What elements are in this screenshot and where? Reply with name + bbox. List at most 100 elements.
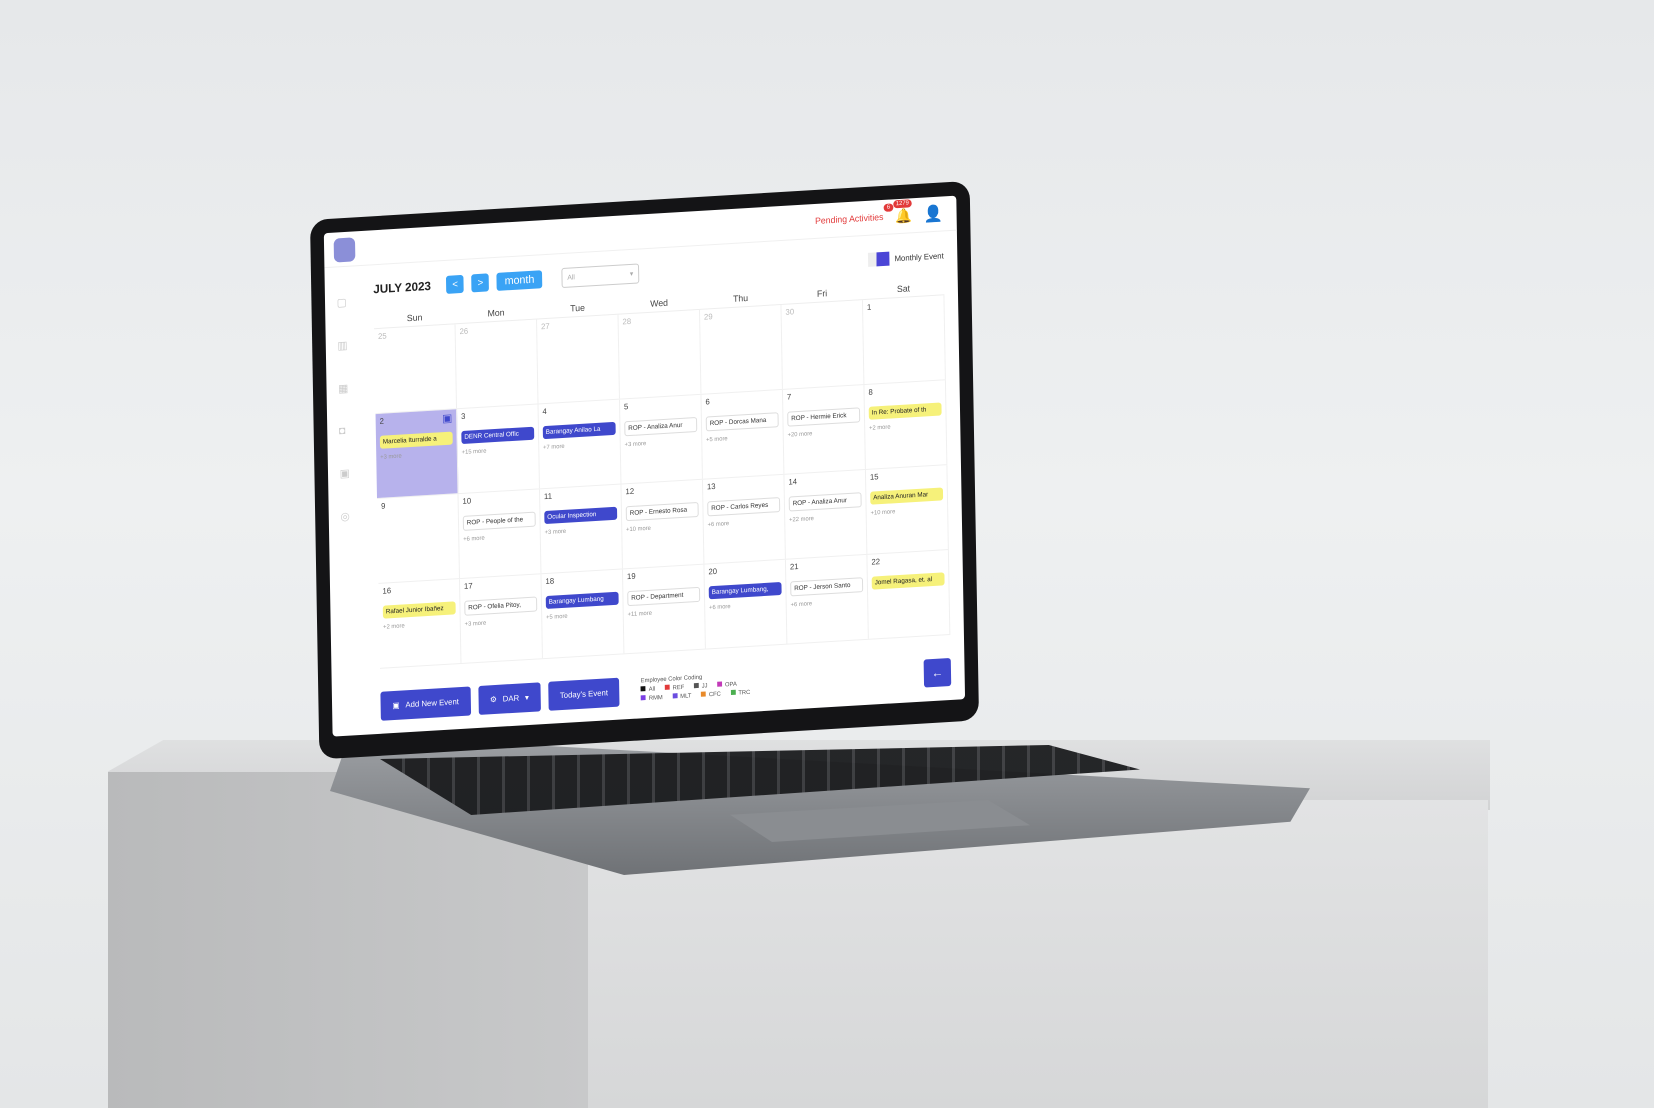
month-calendar: Sun Mon Tue Wed Thu Fri Sat 25 26 27 28 29 30 1 2 ▣ Mar…	[373, 278, 951, 669]
calendar-day[interactable]: 15 Analiza Anuran Mar +10 more	[865, 465, 949, 554]
day-number: 4	[542, 406, 547, 417]
calendar-icon[interactable]: ▣	[442, 412, 452, 426]
event-chip[interactable]: ROP - Ofelia Pitoy,	[464, 596, 538, 616]
chevron-down-icon: ▾	[524, 692, 529, 702]
more-events-link[interactable]: +6 more	[708, 518, 781, 528]
more-events-link[interactable]: +5 more	[546, 611, 619, 621]
more-events-link[interactable]: +3 more	[380, 451, 453, 461]
event-chip[interactable]: ROP - Hermie Erick	[787, 407, 861, 427]
lock-icon[interactable]: ◘	[339, 424, 361, 437]
event-chip[interactable]: ROP - Dorcas Mana	[705, 412, 779, 432]
calendar-day[interactable]: 8 In Re: Probate of th +2 more	[864, 380, 948, 469]
dar-label: DAR	[502, 693, 520, 704]
filter-select[interactable]: All ▾	[561, 263, 640, 289]
day-number: 3	[460, 411, 466, 422]
calendar-day[interactable]: 29	[699, 304, 783, 394]
calendar-day[interactable]: 12 ROP - Ernesto Rosa +10 more	[621, 479, 705, 569]
calendar-day[interactable]: 4 Barangay Anilao La +7 more	[538, 399, 622, 489]
event-chip[interactable]: ROP - Analiza Anur	[624, 417, 698, 437]
event-chip[interactable]: Barangay Lumbang	[545, 591, 619, 609]
calendar-icon[interactable]: ▦	[338, 381, 360, 396]
calendar-day[interactable]: 9	[377, 494, 460, 583]
more-events-link[interactable]: +2 more	[869, 421, 942, 432]
more-events-link[interactable]: +22 more	[789, 513, 862, 523]
calendar-day[interactable]: 22 Jomel Ragasa, et. al	[867, 550, 951, 639]
event-chip[interactable]: ROP - Ernesto Rosa	[625, 501, 699, 522]
event-chip[interactable]: ROP - Analiza Anur	[788, 492, 862, 512]
calendar-day[interactable]: 10 ROP - People of the +6 more	[458, 489, 542, 579]
user-icon[interactable]: 👤	[923, 203, 944, 224]
day-number: 6	[705, 397, 710, 407]
month-view-button[interactable]: month	[496, 270, 543, 291]
more-events-link[interactable]: +6 more	[463, 533, 536, 543]
todays-event-button[interactable]: Today's Event	[547, 677, 620, 711]
more-events-link[interactable]: +15 more	[462, 446, 535, 456]
event-chip[interactable]: Jomel Ragasa, et. al	[871, 572, 945, 590]
calendar-day[interactable]: 25	[374, 324, 457, 414]
color-coding-item: All	[640, 685, 655, 693]
more-events-link[interactable]: +3 more	[545, 526, 618, 536]
more-events-link[interactable]: +10 more	[870, 506, 943, 516]
calendar-day[interactable]: 27	[537, 314, 620, 404]
event-chip[interactable]: ROP - Carlos Reyes	[707, 497, 781, 517]
more-events-link[interactable]: +6 more	[791, 598, 864, 608]
more-events-link[interactable]: +11 more	[628, 608, 701, 618]
event-chip[interactable]: DENR Central Offic	[461, 426, 535, 444]
more-events-link[interactable]: +3 more	[465, 617, 538, 628]
more-events-link[interactable]: +6 more	[709, 601, 782, 611]
event-chip[interactable]: ROP - People of the	[462, 511, 536, 531]
people-icon[interactable]: ◎	[340, 509, 362, 524]
more-events-link[interactable]: +20 more	[788, 428, 861, 438]
calendar-day[interactable]: 19 ROP - Department +11 more	[622, 564, 706, 654]
day-number: 27	[540, 321, 550, 332]
calendar-day[interactable]: 5 ROP - Analiza Anur +3 more	[619, 394, 703, 484]
calendar-day[interactable]: 30	[781, 300, 865, 389]
event-chip[interactable]: Ocular Inspection	[544, 506, 618, 525]
more-events-link[interactable]: +7 more	[543, 441, 616, 451]
calendar-day[interactable]: 18 Barangay Lumbang +5 more	[541, 569, 625, 659]
next-month-button[interactable]: >	[471, 273, 490, 293]
calendar-day[interactable]: 13 ROP - Carlos Reyes +6 more	[702, 474, 786, 564]
calendar-day[interactable]: 14 ROP - Analiza Anur +22 more	[784, 469, 868, 559]
back-arrow-button[interactable]: ←	[923, 657, 952, 688]
calendar-day[interactable]: 20 Barangay Lumbang, +6 more	[704, 559, 788, 649]
calendar-day[interactable]: 21 ROP - Jerson Santo +6 more	[785, 554, 869, 644]
event-chip[interactable]: ROP - Department	[627, 586, 701, 607]
app-logo[interactable]	[333, 237, 356, 263]
calendar-day[interactable]: 3 DENR Central Offic +15 more	[457, 404, 540, 494]
calendar-day[interactable]: 16 Rafael Junior Ibañez +2 more	[378, 579, 462, 668]
color-coding-item: RMM	[641, 694, 663, 702]
calendar-day[interactable]: 11 Ocular Inspection +3 more	[539, 484, 623, 574]
file-icon[interactable]: ▣	[340, 466, 362, 481]
event-chip[interactable]: Rafael Junior Ibañez	[382, 601, 456, 619]
calendar-day[interactable]: 17 ROP - Ofelia Pitoy, +3 more	[459, 574, 543, 664]
calendar-day[interactable]: 26	[455, 319, 539, 409]
prev-month-button[interactable]: <	[446, 274, 465, 294]
more-events-link[interactable]: +10 more	[626, 523, 699, 533]
bell-icon[interactable]: 🔔 1279	[892, 198, 912, 225]
calendar-day[interactable]: 2 ▣ Marcelia Iturralde a +3 more	[375, 409, 459, 499]
calendar-day[interactable]: 28	[618, 309, 702, 399]
event-chip[interactable]: Analiza Anuran Mar	[870, 487, 944, 505]
document-icon[interactable]: ▢	[337, 295, 359, 310]
day-number: 20	[708, 566, 718, 577]
event-chip[interactable]: Barangay Anilao La	[542, 421, 616, 440]
calendar-day[interactable]: 7 ROP - Hermie Erick +20 more	[782, 385, 866, 474]
pending-activities-link[interactable]: Pending Activities 6	[815, 203, 894, 226]
more-events-link[interactable]: +2 more	[383, 620, 456, 630]
event-chip[interactable]: Barangay Lumbang,	[708, 581, 782, 600]
pending-count-badge: 6	[883, 203, 894, 212]
event-chip[interactable]: Marcelia Iturralde a	[379, 431, 453, 449]
more-events-link[interactable]: +5 more	[706, 433, 779, 443]
more-events-link[interactable]: +3 more	[625, 438, 698, 448]
event-chip[interactable]: ROP - Jerson Santo	[790, 577, 864, 597]
color-coding-item: JJ	[693, 682, 708, 690]
calendar-day[interactable]: 1	[862, 295, 946, 385]
event-chip[interactable]: In Re: Probate of th	[868, 402, 942, 420]
chart-icon[interactable]: ▥	[337, 338, 359, 353]
dar-button[interactable]: ⚙ DAR ▾	[478, 681, 541, 715]
color-coding-item: CFC	[701, 691, 721, 699]
add-new-event-button[interactable]: ▣ Add New Event	[380, 685, 471, 721]
notification-count-badge: 1279	[892, 198, 912, 208]
calendar-day[interactable]: 6 ROP - Dorcas Mana +5 more	[701, 389, 785, 479]
